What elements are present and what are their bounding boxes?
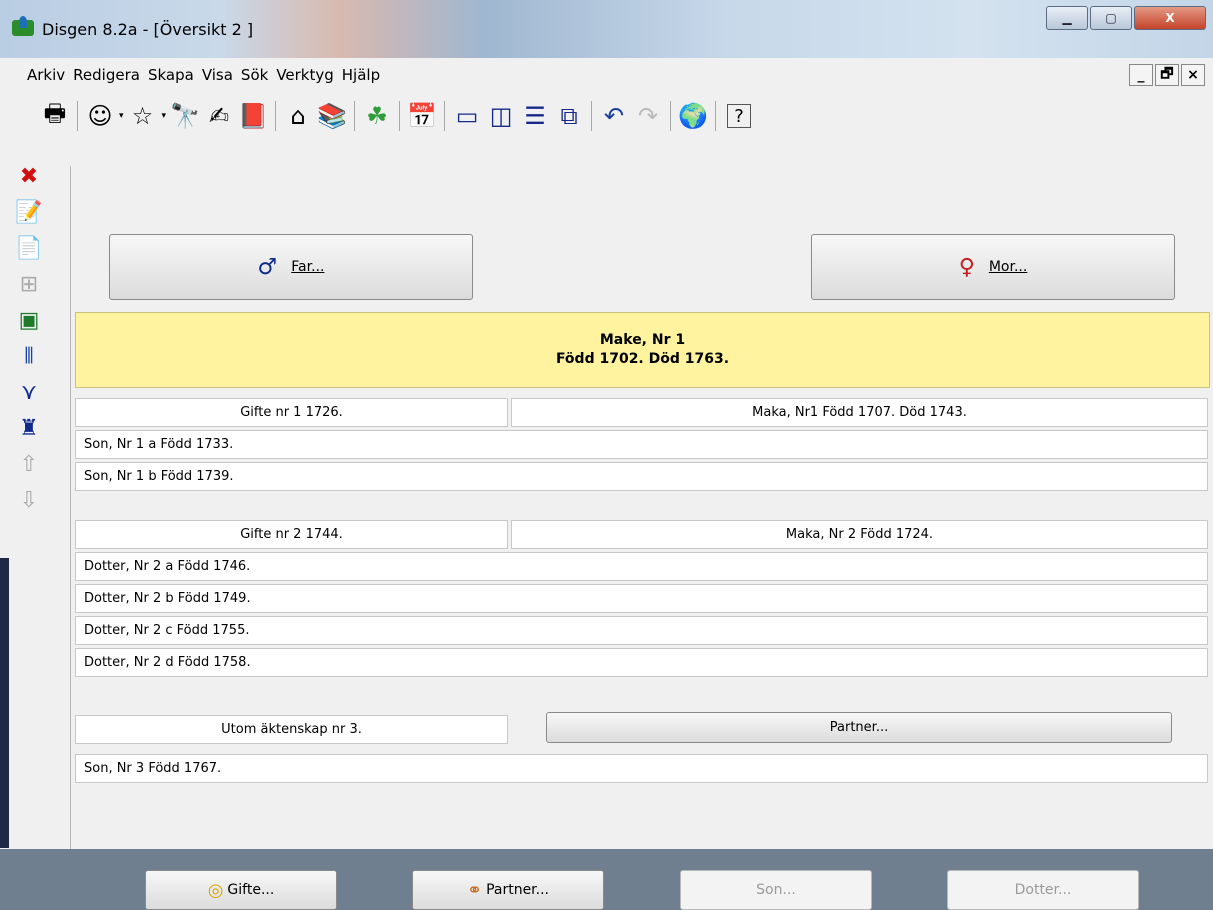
toolbar-separator bbox=[77, 101, 78, 131]
add-marriage-label: Gifte... bbox=[227, 882, 275, 898]
menu-visa[interactable]: Visa bbox=[199, 66, 236, 84]
mdi-controls: _ 🗗 × bbox=[1129, 64, 1205, 86]
menu-skapa[interactable]: Skapa bbox=[145, 66, 197, 84]
close-button[interactable]: X bbox=[1134, 6, 1206, 30]
home-icon[interactable]: ⌂ bbox=[281, 99, 315, 133]
menu-arkiv[interactable]: Arkiv bbox=[24, 66, 68, 84]
man-icon: ♂ bbox=[257, 254, 278, 280]
person-name: Make, Nr 1 bbox=[599, 332, 686, 348]
family-tree-icon[interactable]: ♜ bbox=[12, 410, 46, 446]
binoculars-icon[interactable]: 🔭 bbox=[168, 99, 202, 133]
mother-button[interactable]: ♀ Mor... bbox=[811, 234, 1175, 300]
chevron-down-icon[interactable]: ▾ bbox=[162, 111, 167, 121]
delete-icon[interactable]: ✖ bbox=[12, 158, 46, 194]
chevron-down-icon[interactable]: ▾ bbox=[119, 111, 124, 121]
menu-bar: Arkiv Redigera Skapa Visa Sök Verktyg Hj… bbox=[0, 58, 1213, 92]
layout-vertical-split-icon[interactable]: ◫ bbox=[484, 99, 518, 133]
toolbar-separator bbox=[670, 101, 672, 131]
woman-icon: ♀ bbox=[958, 254, 975, 280]
minimize-button[interactable]: ▁ bbox=[1046, 6, 1088, 30]
layout-single-icon[interactable]: ▭ bbox=[450, 99, 484, 133]
toolbar: 🖶 ☺ ▾ ☆ ▾ 🔭 ✍ 📕 ⌂ 📚 ☘ 📅 ▭ ◫ ☰ ⧉ ↶ ↷ 🌍 ? bbox=[0, 92, 1213, 140]
child-row[interactable]: Dotter, Nr 2 c Född 1755. bbox=[75, 616, 1208, 645]
toolbar-separator bbox=[275, 101, 277, 131]
add-daughter-button[interactable]: Dotter... bbox=[947, 870, 1139, 910]
redo-icon[interactable]: ↷ bbox=[631, 99, 665, 133]
rings-icon: ◎ bbox=[207, 879, 224, 901]
edit-document-icon[interactable]: 📝 bbox=[12, 194, 46, 230]
child-row[interactable]: Dotter, Nr 2 d Född 1758. bbox=[75, 648, 1208, 677]
books-icon[interactable]: 📚 bbox=[315, 99, 349, 133]
menu-sok[interactable]: Sök bbox=[238, 66, 271, 84]
toolbar-separator bbox=[444, 101, 446, 131]
globe-icon[interactable]: 🌍 bbox=[676, 99, 710, 133]
main-frame: Arkiv Redigera Skapa Visa Sök Verktyg Hj… bbox=[0, 58, 1213, 910]
mdi-close-button[interactable]: × bbox=[1181, 64, 1205, 86]
title-bar: Disgen 8.2a - [Översikt 2 ] ▁ ▢ X bbox=[0, 0, 1213, 58]
undo-icon[interactable]: ↶ bbox=[597, 99, 631, 133]
partner-button[interactable]: Partner... bbox=[546, 712, 1172, 743]
layout-horizontal-split-icon[interactable]: ☰ bbox=[518, 99, 552, 133]
search-binoculars-icon[interactable]: ▣ bbox=[12, 302, 46, 338]
toolbar-separator bbox=[591, 101, 593, 131]
columns-icon[interactable]: ⦀ bbox=[12, 338, 46, 374]
menu-verktyg[interactable]: Verktyg bbox=[273, 66, 336, 84]
person-dates: Född 1702. Död 1763. bbox=[555, 351, 730, 367]
print-icon[interactable]: 🖶 bbox=[38, 99, 72, 133]
window-edge bbox=[0, 558, 9, 848]
layout-cascade-icon[interactable]: ⧉ bbox=[552, 99, 586, 133]
tree-outline-icon[interactable]: ⊞ bbox=[12, 266, 46, 302]
main-person-card[interactable]: Make, Nr 1 Född 1702. Död 1763. bbox=[75, 312, 1210, 388]
descendant-tree-icon[interactable]: ⋎ bbox=[12, 374, 46, 410]
mdi-restore-button[interactable]: 🗗 bbox=[1155, 64, 1179, 86]
add-partner-label: Partner... bbox=[486, 882, 550, 898]
document-icon[interactable]: 📄 bbox=[12, 230, 46, 266]
overview-panel: ♂ Far... ♀ Mor... Make, Nr 1 Född 1702. … bbox=[70, 166, 1213, 910]
spouse-1[interactable]: Maka, Nr1 Född 1707. Död 1743. bbox=[511, 398, 1208, 427]
map-icon[interactable]: ☘ bbox=[360, 99, 394, 133]
relationship-3[interactable]: Utom äktenskap nr 3. bbox=[75, 715, 508, 744]
add-marriage-button[interactable]: ◎ Gifte... bbox=[145, 870, 337, 910]
calendar-icon[interactable]: 📅 bbox=[405, 99, 439, 133]
person-face-icon[interactable]: ☺ bbox=[83, 99, 117, 133]
toolbar-separator bbox=[715, 101, 717, 131]
child-row[interactable]: Son, Nr 3 Född 1767. bbox=[75, 754, 1208, 783]
marriage-1[interactable]: Gifte nr 1 1726. bbox=[75, 398, 508, 427]
maximize-button[interactable]: ▢ bbox=[1090, 6, 1132, 30]
sidebar: ✖ 📝 📄 ⊞ ▣ ⦀ ⋎ ♜ ⇧ ⇩ bbox=[12, 158, 70, 518]
child-row[interactable]: Son, Nr 1 a Född 1733. bbox=[75, 430, 1208, 459]
father-button-label: Far... bbox=[291, 259, 325, 275]
book-icon[interactable]: 📕 bbox=[236, 99, 270, 133]
father-button[interactable]: ♂ Far... bbox=[109, 234, 473, 300]
menu-hjalp[interactable]: Hjälp bbox=[339, 66, 383, 84]
child-row[interactable]: Son, Nr 1 b Född 1739. bbox=[75, 462, 1208, 491]
app-tree-icon bbox=[12, 16, 34, 36]
mother-button-label: Mor... bbox=[988, 259, 1028, 275]
child-row[interactable]: Dotter, Nr 2 a Född 1746. bbox=[75, 552, 1208, 581]
help-icon[interactable]: ? bbox=[727, 104, 752, 128]
hand-write-icon[interactable]: ✍ bbox=[202, 99, 236, 133]
window-title: Disgen 8.2a - [Översikt 2 ] bbox=[42, 20, 254, 39]
toolbar-separator bbox=[399, 101, 401, 131]
child-row[interactable]: Dotter, Nr 2 b Född 1749. bbox=[75, 584, 1208, 613]
spouse-2[interactable]: Maka, Nr 2 Född 1724. bbox=[511, 520, 1208, 549]
menu-redigera[interactable]: Redigera bbox=[70, 66, 143, 84]
add-partner-button[interactable]: ⚭ Partner... bbox=[412, 870, 604, 910]
down-arrow-icon[interactable]: ⇩ bbox=[12, 482, 46, 518]
mdi-minimize-button[interactable]: _ bbox=[1129, 64, 1153, 86]
add-son-button[interactable]: Son... bbox=[680, 870, 872, 910]
marriage-2[interactable]: Gifte nr 2 1744. bbox=[75, 520, 508, 549]
toolbar-separator bbox=[354, 101, 356, 131]
search-person-icon[interactable]: ☆ bbox=[126, 99, 160, 133]
up-arrow-icon[interactable]: ⇧ bbox=[12, 446, 46, 482]
couple-icon: ⚭ bbox=[466, 879, 483, 901]
